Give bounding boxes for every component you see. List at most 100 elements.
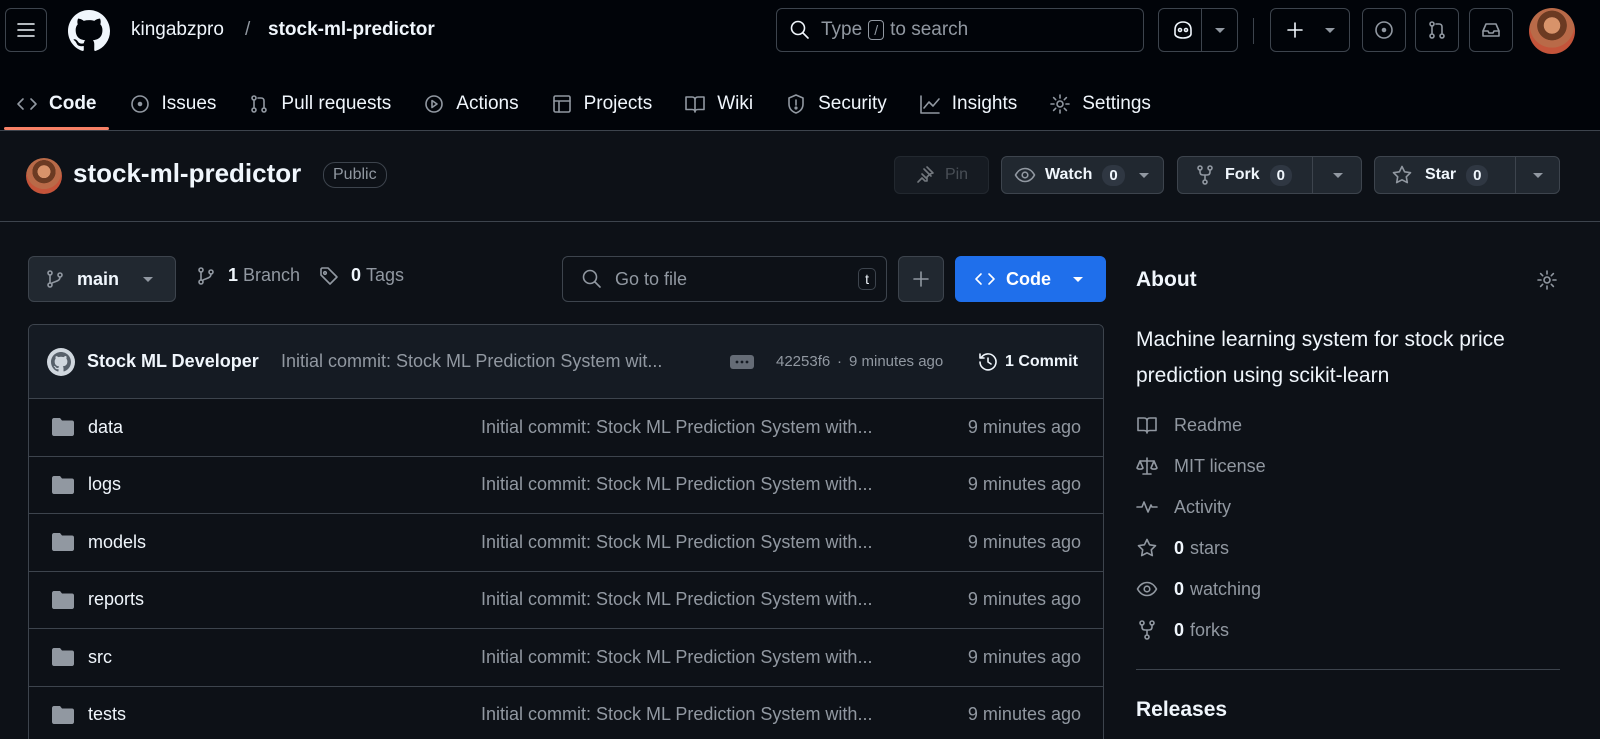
- star-button[interactable]: Star 0: [1374, 156, 1560, 194]
- tab-insights[interactable]: Insights: [903, 78, 1033, 130]
- activity-link[interactable]: Activity: [1136, 496, 1231, 518]
- tab-wiki[interactable]: Wiki: [668, 78, 769, 130]
- tab-code[interactable]: Code: [0, 78, 113, 130]
- inbox-button[interactable]: [1469, 8, 1513, 52]
- folder-icon: [52, 590, 74, 609]
- file-name[interactable]: logs: [88, 474, 121, 495]
- github-logo[interactable]: [68, 10, 110, 52]
- fork-icon: [1197, 165, 1213, 185]
- branch-icon: [47, 270, 63, 288]
- file-name[interactable]: models: [88, 532, 146, 553]
- plus-icon: [913, 271, 929, 287]
- eye-icon: [1136, 581, 1158, 597]
- file-list: Stock ML Developer Initial commit: Stock…: [28, 324, 1104, 739]
- file-row[interactable]: src Initial commit: Stock ML Prediction …: [29, 629, 1103, 687]
- releases-heading[interactable]: Releases: [1136, 698, 1227, 722]
- tag-icon: [320, 266, 338, 285]
- user-avatar[interactable]: [1529, 8, 1575, 54]
- tab-label: Security: [818, 93, 887, 114]
- law-icon: [1136, 457, 1158, 475]
- go-to-file-input[interactable]: Go to file t: [562, 256, 887, 302]
- folder-icon: [52, 705, 74, 724]
- watching-link[interactable]: 0 watching: [1136, 578, 1261, 600]
- file-name[interactable]: tests: [88, 704, 126, 725]
- pin-icon: [917, 166, 934, 183]
- copilot-button[interactable]: [1158, 8, 1238, 52]
- branch-icon: [198, 266, 214, 285]
- readme-link[interactable]: Readme: [1136, 414, 1242, 436]
- tab-projects[interactable]: Projects: [535, 78, 669, 130]
- menu-button[interactable]: [5, 8, 47, 52]
- tab-pull-requests[interactable]: Pull requests: [232, 78, 407, 130]
- chevron-down-icon: [1139, 173, 1149, 178]
- issues-button[interactable]: [1362, 8, 1406, 52]
- fork-icon: [1139, 620, 1155, 640]
- file-commit-message[interactable]: Initial commit: Stock ML Prediction Syst…: [481, 417, 872, 438]
- commit-message[interactable]: Initial commit: Stock ML Prediction Syst…: [281, 351, 662, 372]
- tab-label: Issues: [161, 93, 217, 114]
- branch-count-link[interactable]: 1 Branch: [196, 265, 300, 286]
- tab-security[interactable]: Security: [769, 78, 903, 130]
- file-commit-message[interactable]: Initial commit: Stock ML Prediction Syst…: [481, 704, 872, 725]
- file-name[interactable]: data: [88, 417, 123, 438]
- tag-count-link[interactable]: 0 Tags: [319, 265, 404, 286]
- chevron-down-icon: [1325, 28, 1335, 33]
- stars-link[interactable]: 0 stars: [1136, 537, 1229, 559]
- star-icon: [1137, 538, 1157, 557]
- file-row[interactable]: logs Initial commit: Stock ML Prediction…: [29, 457, 1103, 514]
- owner-avatar[interactable]: [26, 158, 62, 194]
- tab-actions[interactable]: Actions: [407, 78, 534, 130]
- issue-icon: [1375, 21, 1393, 39]
- file-row[interactable]: tests Initial commit: Stock ML Predictio…: [29, 687, 1103, 739]
- tab-issues[interactable]: Issues: [113, 78, 233, 130]
- branch-name: main: [77, 268, 120, 289]
- tab-label: Pull requests: [281, 93, 392, 114]
- tag-count-label: Tags: [366, 265, 405, 285]
- commit-author-avatar[interactable]: [47, 347, 75, 376]
- code-dropdown-button[interactable]: Code: [955, 256, 1106, 302]
- commit-expand-button[interactable]: [730, 354, 754, 369]
- commit-history-link[interactable]: 1 Commit: [977, 351, 1078, 373]
- tab-settings[interactable]: Settings: [1033, 78, 1167, 130]
- branch-selector[interactable]: main: [28, 256, 176, 302]
- file-name[interactable]: reports: [88, 589, 144, 610]
- search-prefix: Type: [821, 19, 863, 40]
- activity-label: Activity: [1174, 496, 1232, 517]
- file-commit-message[interactable]: Initial commit: Stock ML Prediction Syst…: [481, 532, 872, 553]
- file-row[interactable]: models Initial commit: Stock ML Predicti…: [29, 514, 1103, 572]
- license-link[interactable]: MIT license: [1136, 455, 1266, 477]
- gear-icon[interactable]: [1536, 269, 1558, 291]
- add-file-button[interactable]: [898, 256, 944, 302]
- file-commit-message[interactable]: Initial commit: Stock ML Prediction Syst…: [481, 589, 872, 610]
- tag-count: 0: [351, 265, 362, 285]
- commit-count-label: 1 Commit: [1005, 352, 1078, 370]
- global-header: kingabzpro / stock-ml-predictor Type / t…: [0, 0, 1600, 131]
- breadcrumb-repo[interactable]: stock-ml-predictor: [268, 19, 435, 41]
- breadcrumb-separator: /: [245, 19, 251, 40]
- repo-title[interactable]: stock-ml-predictor: [73, 158, 301, 189]
- chevron-down-icon: [1333, 173, 1343, 178]
- commit-author[interactable]: Stock ML Developer: [87, 351, 259, 372]
- commit-hash[interactable]: 42253f6: [776, 353, 830, 370]
- copilot-icon: [1174, 21, 1192, 39]
- pin-button[interactable]: Pin: [894, 156, 989, 194]
- global-search-input[interactable]: Type / to search: [776, 8, 1144, 52]
- ellipsis-icon: [735, 360, 749, 363]
- pull-requests-button[interactable]: [1415, 8, 1459, 52]
- github-mark-icon: [51, 351, 71, 372]
- plus-icon: [1287, 22, 1303, 38]
- table-icon: [552, 95, 571, 113]
- watch-button[interactable]: Watch 0: [1001, 156, 1164, 194]
- file-row[interactable]: reports Initial commit: Stock ML Predict…: [29, 572, 1103, 629]
- fork-button[interactable]: Fork 0: [1177, 156, 1362, 194]
- breadcrumb-owner[interactable]: kingabzpro: [131, 19, 224, 41]
- file-name[interactable]: src: [88, 647, 112, 668]
- file-commit-message[interactable]: Initial commit: Stock ML Prediction Syst…: [481, 647, 872, 668]
- watch-label: Watch: [1045, 166, 1093, 183]
- create-new-button[interactable]: [1270, 8, 1350, 52]
- file-row[interactable]: data Initial commit: Stock ML Prediction…: [29, 399, 1103, 457]
- code-icon: [975, 273, 995, 285]
- file-commit-message[interactable]: Initial commit: Stock ML Prediction Syst…: [481, 474, 872, 495]
- forks-link[interactable]: 0 forks: [1136, 619, 1229, 641]
- issue-icon: [130, 95, 149, 113]
